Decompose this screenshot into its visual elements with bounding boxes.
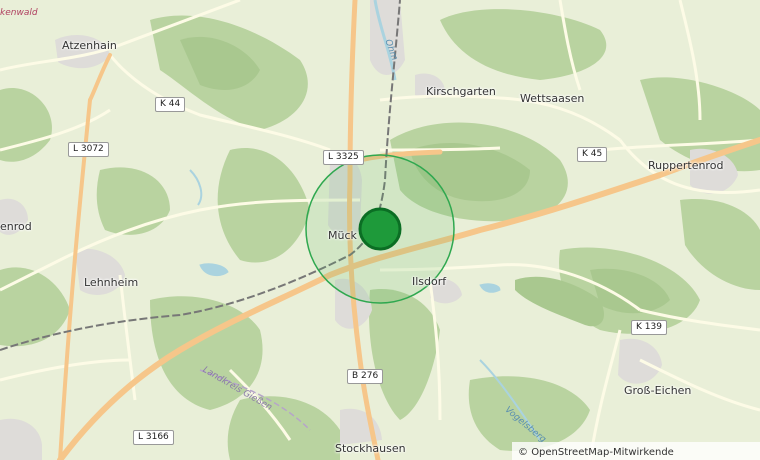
place-label-enrod: enrod bbox=[0, 220, 32, 233]
attribution-link[interactable]: OpenStreetMap-Mitwirkende bbox=[531, 447, 674, 458]
place-label-ruppertenrod: Ruppertenrod bbox=[648, 159, 724, 172]
place-label-stockhausen: Stockhausen bbox=[335, 442, 406, 455]
place-label-gross-eichen: Groß-Eichen bbox=[624, 384, 692, 397]
road-shield-k45: K 45 bbox=[577, 147, 608, 162]
place-label-wettsaasen: Wettsaasen bbox=[520, 92, 585, 105]
place-label-ilsdorf: Ilsdorf bbox=[412, 275, 447, 288]
road-shield-l3166: L 3166 bbox=[133, 430, 174, 445]
label-kenwald: kenwald bbox=[0, 8, 38, 18]
copyright-symbol: © bbox=[518, 447, 528, 458]
road-shield-k139: K 139 bbox=[631, 320, 667, 335]
place-label-atzenhain: Atzenhain bbox=[62, 39, 117, 52]
place-label-mucke: Mück bbox=[328, 229, 357, 242]
road-shield-b276: B 276 bbox=[347, 369, 384, 384]
place-label-kirschgarten: Kirschgarten bbox=[426, 85, 496, 98]
road-shield-k44: K 44 bbox=[155, 97, 186, 112]
map-view[interactable]: Atzenhain Kirschgarten Wettsaasen Rupper… bbox=[0, 0, 760, 460]
road-shield-l3072: L 3072 bbox=[68, 142, 109, 157]
map-attribution: © OpenStreetMap-Mitwirkende bbox=[512, 442, 760, 460]
location-marker[interactable] bbox=[358, 207, 402, 251]
place-label-lehnheim: Lehnheim bbox=[84, 276, 139, 289]
road-shield-l3325: L 3325 bbox=[323, 150, 364, 165]
